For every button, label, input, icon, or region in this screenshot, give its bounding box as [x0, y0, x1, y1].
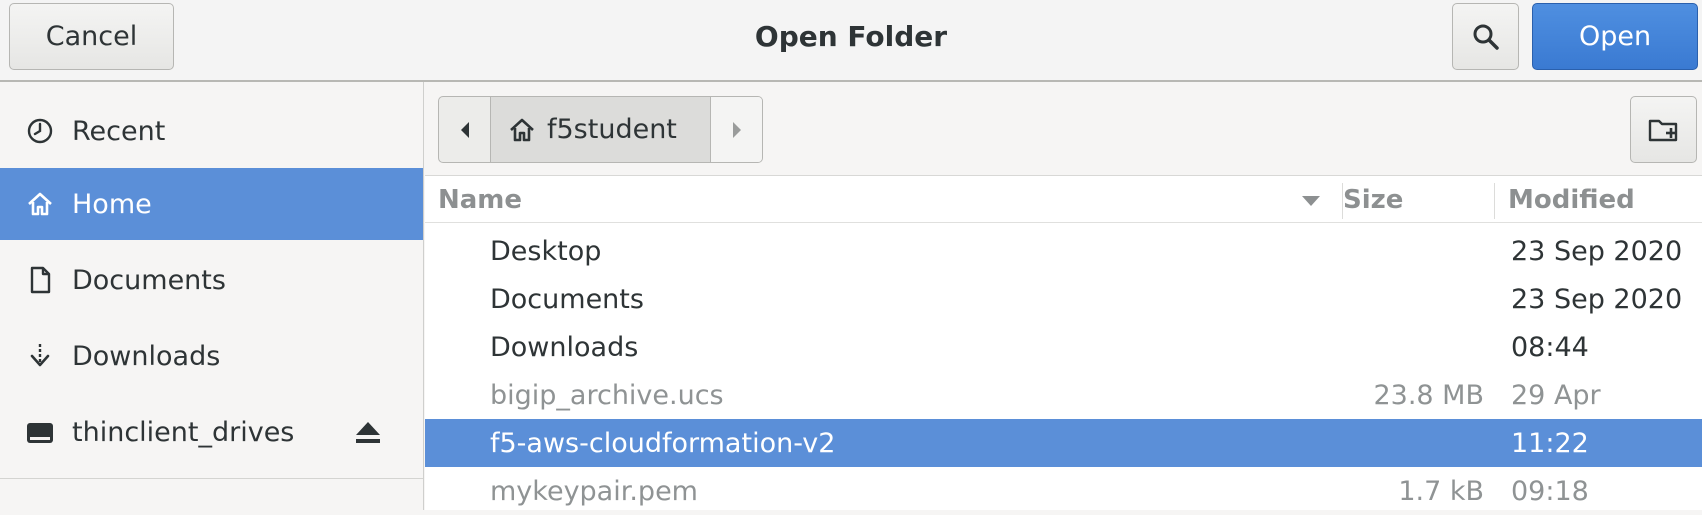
path-forward-button[interactable]	[710, 97, 762, 162]
sidebar-item-downloads[interactable]: Downloads	[0, 320, 423, 392]
file-name: Documents	[490, 283, 644, 315]
column-header-modified[interactable]: Modified	[1508, 177, 1635, 223]
dialog-title: Open Folder	[754, 19, 948, 53]
sidebar-item-label: thinclient_drives	[72, 416, 295, 448]
file-pane: f5student Name Size Modified Desktop 23 …	[425, 82, 1702, 510]
cancel-button[interactable]: Cancel	[9, 3, 174, 70]
path-item-label: f5student	[547, 114, 677, 145]
header-bar: Open Folder Cancel Open	[0, 0, 1702, 82]
search-icon	[1473, 24, 1499, 50]
file-modified: 11:22	[1511, 427, 1589, 459]
home-icon	[28, 192, 52, 216]
file-size: 1.7 kB	[1398, 475, 1484, 507]
file-name: Desktop	[490, 235, 602, 267]
column-header: Name Size Modified	[425, 177, 1702, 223]
file-row-desktop[interactable]: Desktop 23 Sep 2020	[425, 227, 1702, 275]
places-sidebar: Recent Home Documents Downloads thinclie…	[0, 82, 424, 510]
sidebar-item-label: Recent	[72, 115, 166, 147]
file-modified: 23 Sep 2020	[1511, 283, 1683, 315]
sidebar-separator	[0, 478, 423, 479]
sidebar-item-documents[interactable]: Documents	[0, 244, 423, 316]
file-row-mykeypair[interactable]: mykeypair.pem 1.7 kB 09:18	[425, 467, 1702, 515]
file-modified: 23 Sep 2020	[1511, 235, 1683, 267]
file-row-f5-aws-cloudformation[interactable]: f5-aws-cloudformation-v2 11:22	[425, 419, 1702, 467]
sidebar-item-label: Downloads	[72, 340, 221, 372]
file-row-bigip-archive[interactable]: bigip_archive.ucs 23.8 MB 29 Apr	[425, 371, 1702, 419]
file-size: 23.8 MB	[1373, 379, 1484, 411]
file-name: f5-aws-cloudformation-v2	[490, 427, 836, 459]
sidebar-item-recent[interactable]: Recent	[0, 95, 423, 167]
file-name: Downloads	[490, 331, 639, 363]
file-name: mykeypair.pem	[490, 475, 698, 507]
sidebar-item-label: Documents	[72, 264, 226, 296]
file-row-documents[interactable]: Documents 23 Sep 2020	[425, 275, 1702, 323]
column-divider[interactable]	[1494, 183, 1495, 219]
path-button-group: f5student	[438, 96, 763, 163]
file-modified: 09:18	[1511, 475, 1589, 507]
file-row-downloads[interactable]: Downloads 08:44	[425, 323, 1702, 371]
new-folder-icon	[1648, 119, 1677, 141]
document-icon	[30, 266, 51, 294]
column-header-size[interactable]: Size	[1343, 177, 1403, 223]
open-button[interactable]: Open	[1532, 3, 1698, 70]
clock-icon	[27, 118, 53, 144]
sidebar-item-home[interactable]: Home	[0, 168, 423, 240]
search-button[interactable]	[1452, 3, 1519, 70]
file-list: Desktop 23 Sep 2020 Documents 23 Sep 202…	[425, 225, 1702, 510]
path-back-button[interactable]	[439, 97, 491, 162]
column-header-name[interactable]: Name	[438, 177, 522, 223]
file-modified: 29 Apr	[1511, 379, 1601, 411]
drive-icon	[27, 423, 53, 443]
download-icon	[30, 344, 50, 367]
file-modified: 08:44	[1511, 331, 1589, 363]
home-icon	[510, 118, 534, 141]
path-bar: f5student	[425, 82, 1702, 176]
path-item-home[interactable]: f5student	[491, 97, 710, 162]
chevron-right-icon	[732, 121, 741, 138]
chevron-left-icon	[460, 121, 469, 138]
sidebar-item-thinclient-drives[interactable]: thinclient_drives	[0, 396, 423, 468]
sidebar-item-label: Home	[72, 188, 152, 220]
eject-icon[interactable]	[354, 420, 382, 446]
new-folder-button[interactable]	[1630, 96, 1697, 163]
file-name: bigip_archive.ucs	[490, 379, 724, 411]
sort-descending-icon	[1302, 196, 1320, 206]
